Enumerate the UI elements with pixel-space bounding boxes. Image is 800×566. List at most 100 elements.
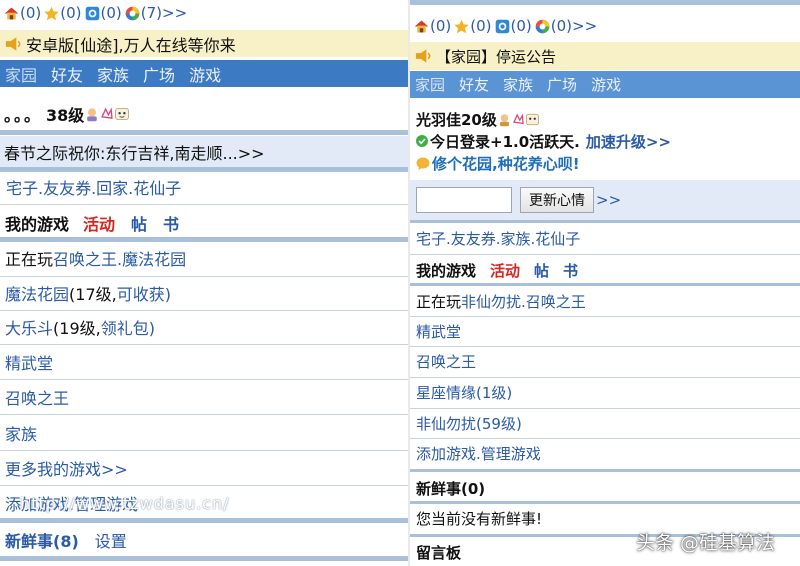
notice-text[interactable]: 【家园】停运公告 <box>436 46 556 67</box>
nav-games[interactable]: 游戏 <box>189 62 221 86</box>
divider <box>0 344 408 345</box>
status-count[interactable]: (0) <box>430 17 451 35</box>
clan-link[interactable]: 家族 <box>5 421 37 445</box>
ring-icon[interactable] <box>124 5 141 22</box>
nav-square[interactable]: 广场 <box>547 74 577 95</box>
list-item[interactable]: 大乐斗 (19级, 领礼包) <box>0 314 408 340</box>
quick-links: 宅子.友友券.家族.花仙子 <box>410 226 800 250</box>
nav-games[interactable]: 游戏 <box>591 74 621 95</box>
list-item[interactable]: 召唤之王 <box>410 349 800 373</box>
game-link[interactable]: 召唤之王 <box>5 385 69 409</box>
settings-link[interactable]: 设置 <box>95 528 127 552</box>
home-icon[interactable] <box>413 18 430 35</box>
mood-input[interactable] <box>416 187 512 213</box>
news-row: 新鲜事(8) 设置 <box>0 527 408 553</box>
nav-friends[interactable]: 好友 <box>51 62 83 86</box>
news-title[interactable]: 新鲜事(0) <box>416 478 485 499</box>
news-row: 新鲜事(0) <box>410 476 800 500</box>
news-link[interactable]: 新鲜事(8) <box>5 528 79 552</box>
divider <box>410 316 800 317</box>
status-count[interactable]: (0)>> <box>551 17 597 35</box>
post-tab[interactable]: 帖 <box>534 260 549 281</box>
list-item[interactable]: 精武堂 <box>410 319 800 343</box>
greeting-text[interactable]: 春节之际祝你:东行吉祥,南走顺...>> <box>4 140 265 164</box>
post-tab[interactable]: 帖 <box>131 211 147 235</box>
star-icon[interactable] <box>43 5 60 22</box>
nav-home[interactable]: 家园 <box>415 74 445 95</box>
upgrade-link[interactable]: 加速升级>> <box>586 131 671 152</box>
notice-bar[interactable]: 安卓版[仙途],万人在线等你来 <box>0 30 408 57</box>
game-link[interactable]: 召唤之王 <box>416 351 476 372</box>
game-level: (17级, <box>69 285 117 304</box>
list-item[interactable]: 魔法花园 (17级, 可收获) <box>0 280 408 306</box>
mood-more-link[interactable]: >> <box>596 191 621 209</box>
avatar-icon[interactable] <box>84 106 100 122</box>
game-link[interactable]: 精武堂 <box>5 350 53 374</box>
notice-text[interactable]: 安卓版[仙途],万人在线等你来 <box>26 32 236 56</box>
quick-links: 宅子.友友券.回家.花仙子 <box>0 174 408 200</box>
guestbook-title[interactable]: 留言板 <box>416 542 461 563</box>
status-count[interactable]: (0) <box>511 17 532 35</box>
check-icon <box>416 135 428 147</box>
pet-icon[interactable] <box>114 106 130 122</box>
update-mood-button[interactable]: 更新心情 <box>520 187 594 213</box>
divider <box>0 556 408 561</box>
games-header: 我的游戏 活动 帖 书 <box>0 210 408 236</box>
game-name[interactable]: 魔法花园 <box>5 281 69 305</box>
status-bar: (0) (0) (0) (0)>> <box>410 15 800 37</box>
mood-form: 更新心情 >> <box>410 180 800 220</box>
manage-games-link[interactable]: 添加游戏.管理游戏 <box>416 443 541 464</box>
list-item[interactable]: 召唤之王 <box>0 384 408 410</box>
divider <box>0 379 408 380</box>
status-count[interactable]: (0) <box>60 4 81 22</box>
my-games-title: 我的游戏 <box>5 215 70 234</box>
notice-bar[interactable]: 【家园】停运公告 <box>410 42 800 70</box>
book-tab[interactable]: 书 <box>563 260 578 281</box>
list-item[interactable]: 精武堂 <box>0 349 408 375</box>
garden-link[interactable]: 修个花园,种花养心呗! <box>432 153 580 174</box>
star-icon[interactable] <box>453 18 470 35</box>
more-games-link[interactable]: 更多我的游戏>> <box>5 456 128 480</box>
divider <box>0 518 408 523</box>
now-playing-games[interactable]: 非仙勿扰.召唤之王 <box>461 291 586 312</box>
ring-icon[interactable] <box>534 18 551 35</box>
game-link[interactable]: 精武堂 <box>416 321 461 342</box>
activity-tab[interactable]: 活动 <box>83 211 115 235</box>
nav-clan[interactable]: 家族 <box>503 74 533 95</box>
login-text: 今日登录+1.0活跃天. <box>430 132 580 151</box>
nav-home[interactable]: 家园 <box>5 62 37 86</box>
divider <box>0 276 408 277</box>
vip-icon[interactable] <box>512 112 525 127</box>
message-icon[interactable] <box>84 5 101 22</box>
list-item[interactable]: 非仙勿扰(59级) <box>410 411 800 435</box>
watermark-url: http://www.tzwdasu.cn/ <box>20 494 230 513</box>
pet-icon[interactable] <box>525 112 540 127</box>
status-count[interactable]: (0) <box>20 4 41 22</box>
game-action[interactable]: 领礼包) <box>101 315 155 339</box>
list-item[interactable]: 添加游戏.管理游戏 <box>410 441 800 465</box>
status-count[interactable]: (0) <box>470 17 491 35</box>
now-playing-label: 正在玩 <box>5 250 54 269</box>
now-playing-games[interactable]: 召唤之王.魔法花园 <box>53 246 186 270</box>
game-action[interactable]: 可收获) <box>117 281 171 305</box>
nav-friends[interactable]: 好友 <box>459 74 489 95</box>
vip-icon[interactable] <box>100 106 114 122</box>
quick-links-text[interactable]: 宅子.友友券.回家.花仙子 <box>6 175 181 199</box>
message-icon[interactable] <box>494 18 511 35</box>
greeting-row[interactable]: 春节之际祝你:东行吉祥,南走顺...>> <box>0 136 408 167</box>
game-link[interactable]: 非仙勿扰(59级) <box>416 413 522 434</box>
list-item[interactable]: 家族 <box>0 420 408 446</box>
home-icon[interactable] <box>3 5 20 22</box>
activity-tab[interactable]: 活动 <box>490 260 520 281</box>
game-link[interactable]: 星座情缘(1级) <box>416 382 512 403</box>
status-count[interactable]: (7)>> <box>141 4 187 22</box>
nav-square[interactable]: 广场 <box>143 62 175 86</box>
list-item[interactable]: 更多我的游戏>> <box>0 455 408 481</box>
game-name[interactable]: 大乐斗 <box>5 315 53 339</box>
nav-clan[interactable]: 家族 <box>97 62 129 86</box>
book-tab[interactable]: 书 <box>163 211 179 235</box>
list-item[interactable]: 星座情缘(1级) <box>410 380 800 404</box>
avatar-icon[interactable] <box>497 112 512 127</box>
status-count[interactable]: (0) <box>101 4 122 22</box>
quick-links-text[interactable]: 宅子.友友券.家族.花仙子 <box>416 228 580 249</box>
